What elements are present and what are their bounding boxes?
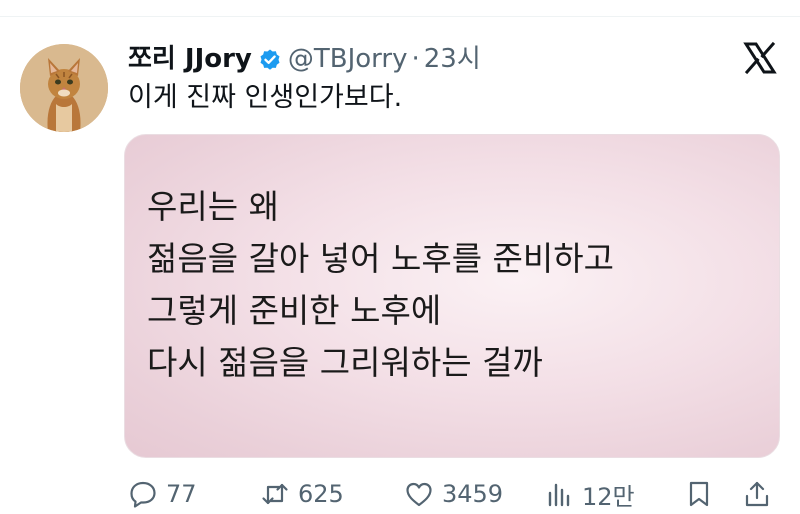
tweet-card[interactable]: 쪼리 JJory @TBJorry · 23시 이게 진짜 인생인가보다. 우리…: [0, 0, 800, 513]
timestamp[interactable]: 23시: [424, 42, 481, 76]
bookmark-button[interactable]: [684, 474, 722, 514]
tweet-text: 이게 진짜 인생인가보다.: [128, 82, 403, 113]
repost-button[interactable]: 625: [260, 474, 344, 514]
heart-icon: [406, 482, 432, 507]
media-text-line: 그렇게 준비한 노후에: [147, 291, 442, 330]
tweet-media-image[interactable]: 우리는 왜 젊음을 갈아 넣어 노후를 준비하고 그렇게 준비한 노후에 다시 …: [124, 134, 780, 458]
media-text-line: 다시 젊음을 그리워하는 걸까: [147, 343, 543, 382]
views-button[interactable]: 12만: [544, 474, 635, 514]
share-button[interactable]: [742, 474, 780, 514]
reply-icon: [130, 481, 156, 508]
like-count: 3459: [442, 480, 504, 508]
share-icon: [745, 481, 769, 507]
display-name[interactable]: 쪼리 JJory: [128, 42, 252, 76]
tweet-actions-bar: 77 625 3459 12만: [124, 474, 780, 514]
media-text-line: 우리는 왜: [147, 187, 279, 226]
user-handle[interactable]: @TBJorry: [288, 42, 408, 76]
separator-dot: ·: [411, 44, 420, 74]
media-text-line: 젊음을 갈아 넣어 노후를 준비하고: [147, 239, 614, 278]
like-button[interactable]: 3459: [404, 474, 503, 514]
reply-button[interactable]: 77: [128, 474, 197, 514]
bookmark-icon: [689, 481, 709, 507]
cat-avatar-image: [20, 44, 108, 132]
tweet-header: 쪼리 JJory @TBJorry · 23시: [128, 42, 481, 76]
repost-count: 625: [298, 480, 344, 508]
repost-icon: [262, 483, 288, 505]
views-count: 12만: [582, 482, 635, 511]
reply-count: 77: [166, 480, 197, 508]
x-logo-icon[interactable]: [742, 40, 778, 76]
verified-badge-icon: [258, 47, 282, 71]
views-icon: [548, 483, 570, 507]
avatar[interactable]: [20, 44, 108, 132]
